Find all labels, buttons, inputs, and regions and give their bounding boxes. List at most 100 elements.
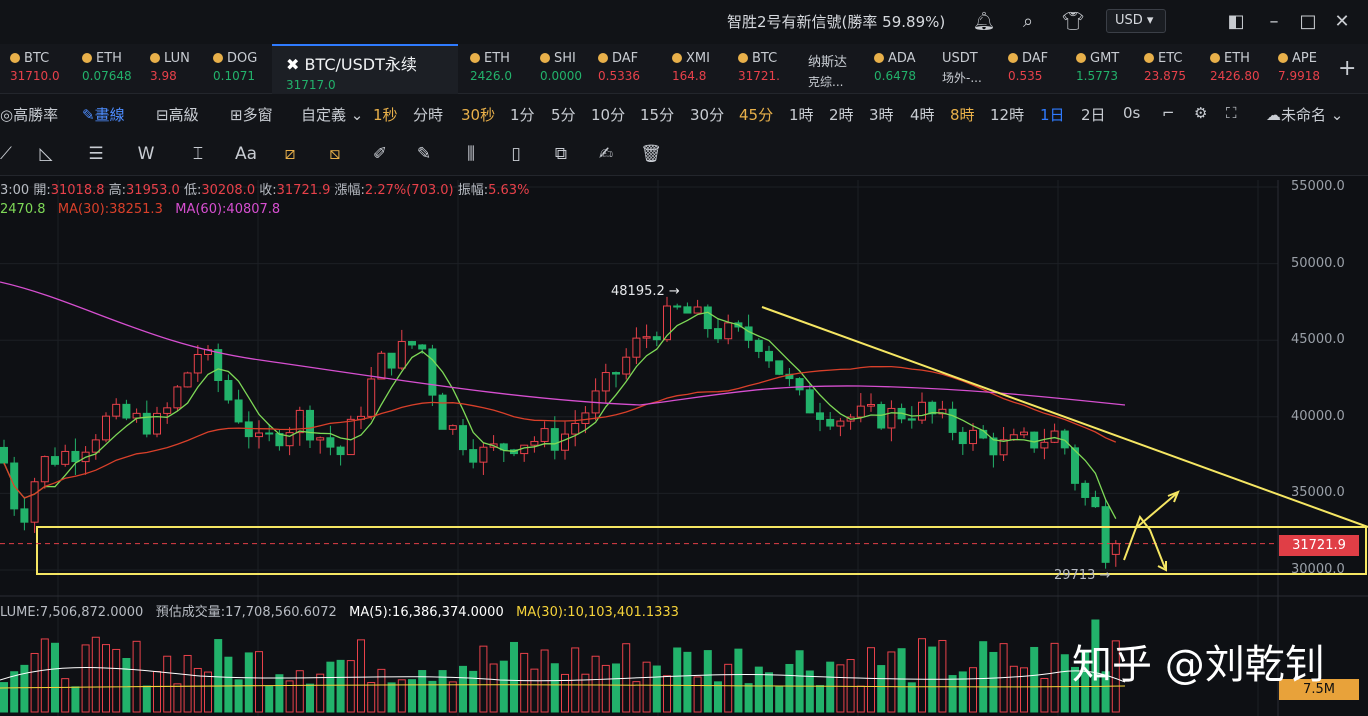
volume-bar	[816, 685, 824, 713]
candle-body	[448, 425, 457, 430]
candle-body	[408, 341, 416, 346]
volume-bar	[214, 639, 223, 713]
candle-body	[367, 378, 376, 417]
candle-body	[867, 404, 875, 407]
candle-body	[71, 450, 80, 463]
candle-body	[1050, 430, 1059, 443]
volume-bar	[550, 663, 559, 713]
candle-body	[265, 432, 274, 435]
candle-body	[642, 336, 651, 339]
candle-body	[122, 403, 131, 419]
candle-body	[112, 403, 121, 417]
volume-bar	[520, 652, 529, 713]
volume-bar	[887, 651, 896, 713]
volume-bar	[642, 661, 651, 713]
volume-bar	[989, 651, 998, 713]
volume-bar	[10, 671, 19, 713]
candle-body	[469, 449, 478, 463]
volume-bar	[20, 664, 29, 713]
volume-bar	[336, 659, 345, 713]
volume-bar	[244, 652, 253, 713]
volume-bar	[979, 641, 988, 713]
candle-body	[724, 322, 733, 340]
candle-body	[540, 428, 549, 442]
candle-body	[999, 439, 1008, 456]
candle-body	[918, 401, 926, 421]
candle-body	[173, 386, 182, 409]
candle-body	[275, 433, 284, 447]
candle-body	[214, 349, 223, 382]
volume-bar	[846, 659, 855, 713]
volume-bar	[877, 665, 886, 713]
ma-readout: 2470.8 MA(30):38251.3 MA(60):40807.8	[0, 202, 281, 217]
volume-bar	[153, 671, 161, 713]
volume-readout: LUME:7,506,872.0000 預估成交量:17,708,560.607…	[0, 605, 679, 620]
ohlc-readout: 3:00 開:31018.8 高:31953.0 低:30208.0 收:317…	[0, 183, 530, 198]
volume-bar	[744, 683, 753, 713]
candle-body	[693, 306, 702, 314]
candle-body	[652, 336, 661, 341]
candle-body	[193, 353, 202, 374]
candle-body	[40, 456, 49, 483]
volume-bar	[1040, 677, 1049, 713]
volume-bar	[724, 663, 733, 713]
volume-bar	[1060, 654, 1069, 713]
last-price-tag: 31721.9	[1279, 535, 1359, 556]
volume-bar	[785, 663, 794, 713]
volume-bar	[173, 683, 182, 713]
volume-bar	[897, 648, 906, 713]
volume-bar	[703, 650, 712, 713]
volume-bar	[255, 651, 263, 713]
candle-body	[601, 372, 610, 392]
candle-body	[744, 326, 753, 341]
candle-body	[316, 437, 325, 441]
candle-body	[1091, 496, 1100, 508]
candle-body	[1081, 482, 1090, 498]
candle-body	[948, 408, 957, 433]
volume-bar	[71, 686, 80, 713]
volume-bar	[601, 664, 610, 713]
candle-body	[836, 420, 845, 427]
volume-bar	[734, 648, 743, 713]
volume-bar	[938, 639, 947, 713]
low-annotation: 29713 →	[1054, 568, 1110, 583]
volume-bar	[234, 679, 243, 713]
candle-body	[234, 399, 243, 423]
candle-body	[765, 350, 773, 362]
volume-bar	[958, 671, 967, 713]
volume-bar	[530, 668, 539, 713]
candle-body	[418, 344, 427, 350]
candle-body	[438, 394, 447, 430]
volume-bar	[632, 681, 641, 713]
candle-body	[102, 415, 110, 441]
volume-bar	[295, 670, 304, 713]
volume-bar	[265, 685, 274, 713]
candle-body	[163, 407, 172, 414]
candle-body	[754, 339, 763, 352]
volume-bar	[856, 685, 865, 713]
volume-bar	[969, 667, 977, 713]
volume-bar	[448, 681, 457, 713]
candle-body	[581, 412, 590, 424]
volume-bar	[836, 664, 845, 713]
candle-body	[683, 306, 692, 314]
candle-body	[20, 508, 29, 523]
candle-body	[1111, 543, 1120, 555]
volume-bar	[499, 660, 508, 713]
candle-body	[132, 412, 141, 419]
candle-body	[877, 404, 886, 429]
candle-body	[816, 412, 824, 420]
candle-body	[306, 409, 314, 441]
volume-bar	[591, 655, 600, 713]
candle-body	[183, 372, 192, 388]
candle-body	[244, 421, 253, 438]
volume-bar	[377, 668, 386, 713]
candle-body	[714, 328, 722, 340]
candle-body	[1020, 431, 1028, 436]
candle-body	[775, 360, 784, 375]
y-tick-label: 45000.0	[1291, 332, 1345, 348]
candle-body	[61, 450, 70, 465]
volume-bar	[867, 647, 875, 713]
volume-bar	[40, 638, 49, 713]
volume-bar	[652, 665, 661, 713]
